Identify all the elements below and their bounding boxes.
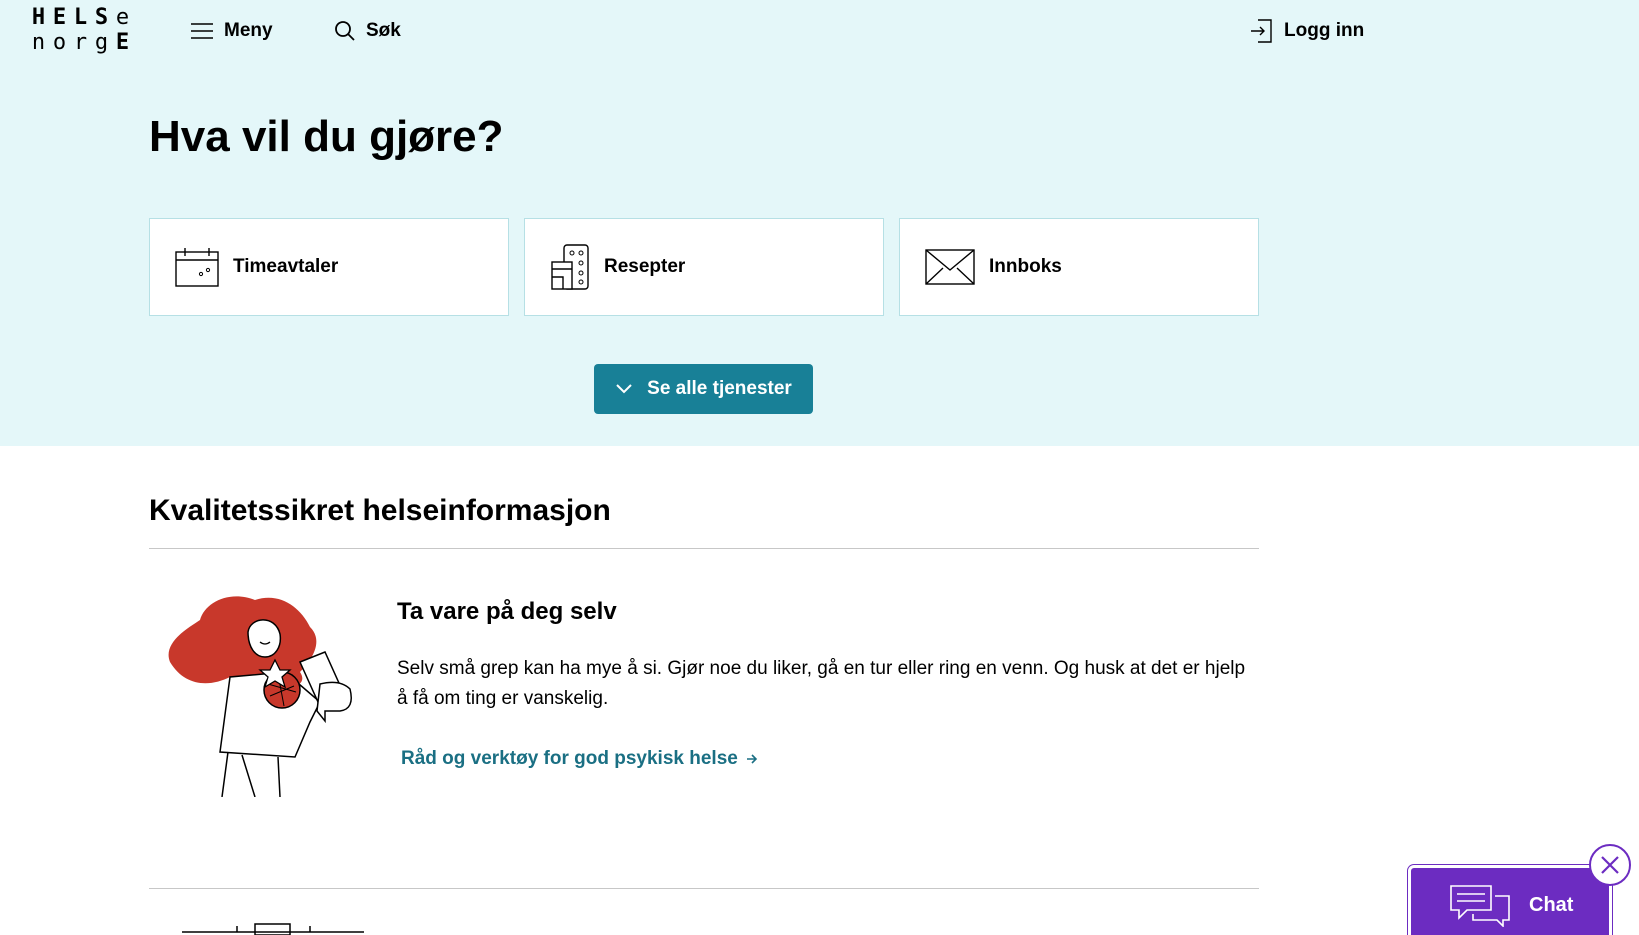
chat-button[interactable]: Chat (1408, 865, 1612, 935)
hamburger-icon (191, 23, 213, 39)
card-label: Timeavtaler (233, 256, 339, 277)
service-card-timeavtaler[interactable]: Timeavtaler (149, 218, 509, 316)
section-title: Kvalitetssikret helseinformasjon (149, 494, 611, 527)
see-all-services-label: Se alle tjenester (647, 378, 792, 399)
login-icon (1251, 19, 1272, 43)
logo-row-1: H E L S e (31, 5, 134, 30)
login-label: Logg inn (1284, 20, 1365, 41)
article-title: Ta vare på deg selv (397, 598, 617, 625)
page-title: Hva vil du gjøre? (149, 112, 504, 161)
close-icon (1601, 856, 1619, 874)
article-text: Selv små grep kan ha mye å si. Gjør noe … (397, 658, 1246, 709)
menu-label: Meny (224, 20, 273, 41)
see-all-services-button[interactable]: Se alle tjenester (594, 364, 813, 414)
hero-section: H E L S e n o r g E Meny Søk Logg inn Hv… (0, 0, 1639, 446)
self-care-illustration (168, 596, 352, 797)
section-divider (149, 888, 1259, 889)
menu-button[interactable]: Meny (190, 16, 273, 46)
envelope-icon (925, 249, 975, 285)
logo-row-2: n o r g E (31, 30, 134, 55)
search-button[interactable]: Søk (334, 16, 401, 46)
service-card-innboks[interactable]: Innboks (899, 218, 1259, 316)
search-icon (335, 21, 355, 41)
arrow-right-icon (746, 754, 757, 764)
section-divider (149, 548, 1259, 549)
login-button[interactable]: Logg inn (1250, 16, 1364, 46)
calendar-icon (175, 248, 219, 287)
service-card-resepter[interactable]: Resepter (524, 218, 884, 316)
chat-bubbles-icon (1450, 885, 1510, 927)
chat-label: Chat (1529, 893, 1574, 916)
next-article-illustration (182, 923, 364, 935)
search-label: Søk (366, 20, 401, 41)
mental-health-link[interactable]: Råd og verktøy for god psykisk helse (401, 748, 758, 770)
helsenorge-logo[interactable]: H E L S e n o r g E (30, 5, 150, 57)
link-label: Råd og verktøy for god psykisk helse (401, 748, 738, 769)
chat-close-button[interactable] (1589, 844, 1631, 886)
card-label: Innboks (989, 256, 1062, 277)
card-label: Resepter (604, 256, 686, 277)
prescription-icon (551, 244, 589, 290)
chevron-down-icon (616, 384, 632, 394)
